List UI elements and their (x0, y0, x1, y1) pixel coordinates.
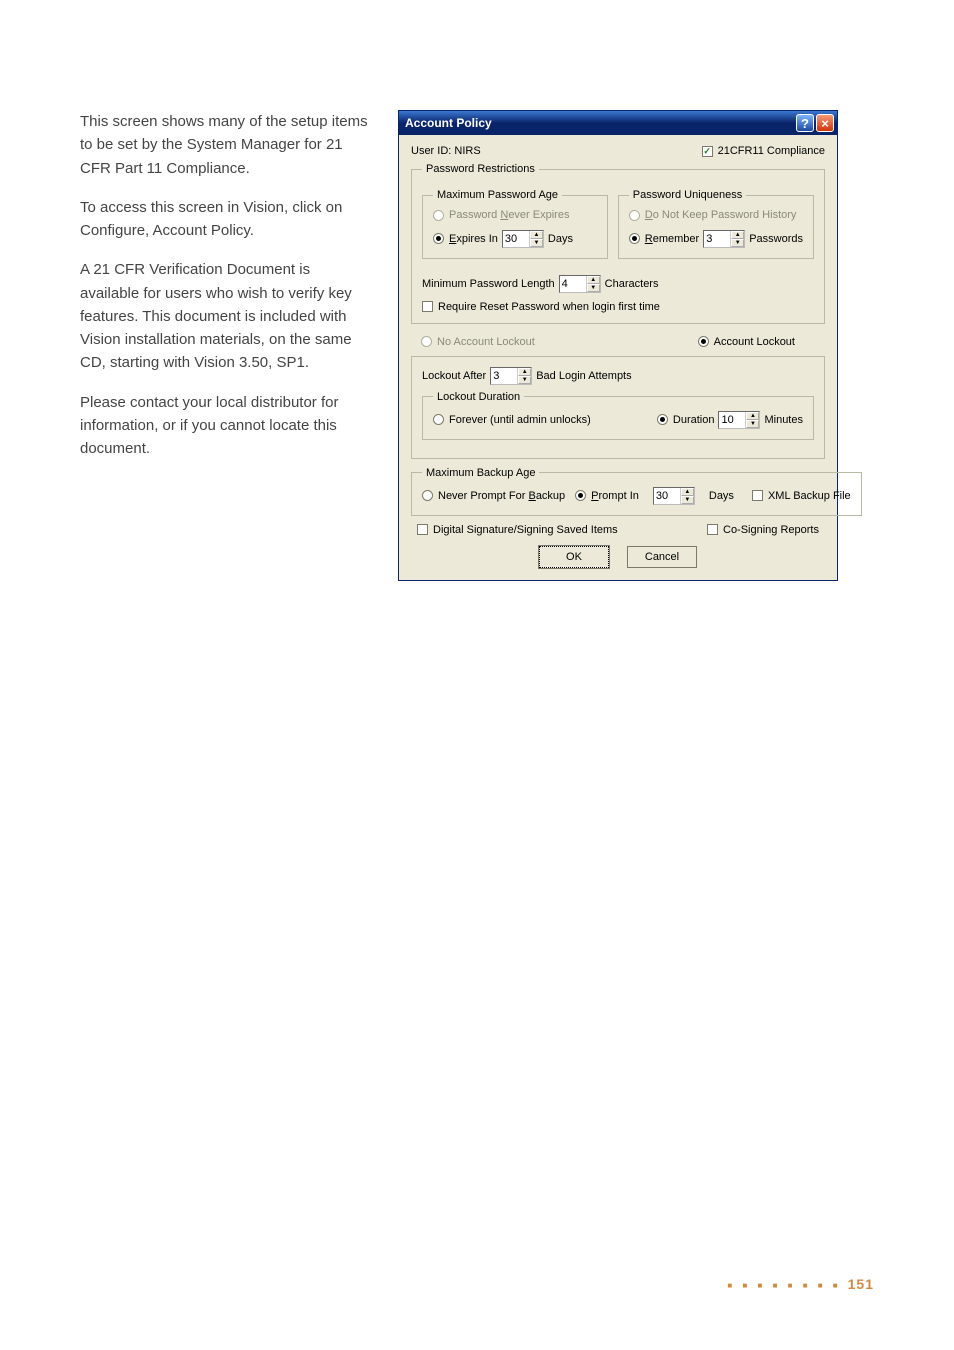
prompt-in-label: Prompt In (591, 490, 639, 502)
require-reset-label: Require Reset Password when login first … (438, 301, 660, 313)
password-never-expires-label: Password Never Expires (449, 209, 569, 221)
expires-in-radio[interactable]: Expires In (433, 233, 498, 245)
para-3: A 21 CFR Verification Document is availa… (80, 258, 370, 374)
expires-in-label: Expires In (449, 233, 498, 245)
radio-icon (657, 414, 668, 425)
cfr11-compliance-checkbox[interactable]: 21CFR11 Compliance (702, 145, 825, 157)
remember-unit: Passwords (749, 233, 803, 245)
lockout-after-unit: Bad Login Attempts (536, 370, 631, 382)
no-history-radio[interactable]: Do Not Keep Password History (629, 209, 797, 221)
lockout-settings-panel: Lockout After ▲▼ Bad Login Attempts Lock… (411, 356, 825, 459)
account-lockout-radio[interactable]: Account Lockout (698, 336, 795, 348)
lockout-duration-unit: Minutes (764, 414, 803, 426)
radio-icon (433, 414, 444, 425)
lockout-duration-radio[interactable]: Duration (657, 414, 715, 426)
password-restrictions-group: Password Restrictions Maximum Password A… (411, 163, 825, 324)
min-password-length-value[interactable] (560, 276, 586, 292)
min-password-length-unit: Characters (605, 278, 659, 290)
cancel-button[interactable]: Cancel (627, 546, 697, 568)
prompt-in-spinner[interactable]: ▲▼ (653, 487, 695, 505)
lockout-duration-spinner[interactable]: ▲▼ (718, 411, 760, 429)
remember-value[interactable] (704, 231, 730, 247)
min-password-length-label: Minimum Password Length (422, 278, 555, 290)
account-policy-dialog: Account Policy ? × User ID: NIRS 21CFR11… (398, 110, 838, 581)
prompt-in-unit: Days (709, 490, 734, 502)
footer-dots-icon: ■ ■ ■ ■ ■ ■ ■ ■ (727, 1281, 841, 1290)
digital-signature-label: Digital Signature/Signing Saved Items (433, 524, 618, 536)
radio-icon (575, 490, 586, 501)
close-button[interactable]: × (816, 114, 834, 132)
radio-icon (433, 210, 444, 221)
body-text: This screen shows many of the setup item… (80, 110, 370, 476)
checkbox-icon (702, 146, 713, 157)
help-button[interactable]: ? (796, 114, 814, 132)
expires-in-unit: Days (548, 233, 573, 245)
lockout-after-label: Lockout After (422, 370, 486, 382)
remember-spinner[interactable]: ▲▼ (703, 230, 745, 248)
lockout-duration-group: Lockout Duration Forever (until admin un… (422, 391, 814, 440)
page-number: 151 (848, 1276, 874, 1292)
radio-icon (698, 336, 709, 347)
spinner-arrows-icon[interactable]: ▲▼ (745, 412, 759, 428)
checkbox-icon (422, 301, 433, 312)
xml-backup-checkbox[interactable]: XML Backup File (752, 490, 851, 502)
password-never-expires-radio[interactable]: Password Never Expires (433, 209, 569, 221)
password-uniqueness-group: Password Uniqueness Do Not Keep Password… (618, 189, 814, 259)
never-prompt-backup-label: Never Prompt For Backup (438, 490, 565, 502)
checkbox-icon (752, 490, 763, 501)
min-password-length-spinner[interactable]: ▲▼ (559, 275, 601, 293)
lockout-forever-radio[interactable]: Forever (until admin unlocks) (433, 414, 591, 426)
digital-signature-checkbox[interactable]: Digital Signature/Signing Saved Items (417, 524, 618, 536)
para-2: To access this screen in Vision, click o… (80, 196, 370, 243)
no-history-label: Do Not Keep Password History (645, 209, 797, 221)
require-reset-checkbox[interactable]: Require Reset Password when login first … (422, 301, 660, 313)
expires-in-spinner[interactable]: ▲▼ (502, 230, 544, 248)
dialog-title: Account Policy (405, 116, 794, 130)
account-policy-dialog-image: Account Policy ? × User ID: NIRS 21CFR11… (398, 110, 838, 581)
max-password-age-group: Maximum Password Age Password Never Expi… (422, 189, 608, 259)
spinner-arrows-icon[interactable]: ▲▼ (529, 231, 543, 247)
lockout-duration-legend: Lockout Duration (433, 391, 524, 403)
account-lockout-label: Account Lockout (714, 336, 795, 348)
remember-label: Remember (645, 233, 699, 245)
remember-radio[interactable]: Remember (629, 233, 699, 245)
no-account-lockout-label: No Account Lockout (437, 336, 535, 348)
no-account-lockout-radio[interactable]: No Account Lockout (421, 336, 535, 348)
lockout-after-spinner[interactable]: ▲▼ (490, 367, 532, 385)
spinner-arrows-icon[interactable]: ▲▼ (517, 368, 531, 384)
spinner-arrows-icon[interactable]: ▲▼ (586, 276, 600, 292)
dialog-titlebar: Account Policy ? × (399, 111, 837, 135)
xml-backup-label: XML Backup File (768, 490, 851, 502)
lockout-forever-label: Forever (until admin unlocks) (449, 414, 591, 426)
password-restrictions-legend: Password Restrictions (422, 163, 539, 175)
expires-in-value[interactable] (503, 231, 529, 247)
prompt-in-value[interactable] (654, 488, 680, 504)
max-backup-age-legend: Maximum Backup Age (422, 467, 539, 479)
para-1: This screen shows many of the setup item… (80, 110, 370, 180)
never-prompt-backup-radio[interactable]: Never Prompt For Backup (422, 490, 565, 502)
spinner-arrows-icon[interactable]: ▲▼ (730, 231, 744, 247)
para-4: Please contact your local distributor fo… (80, 391, 370, 461)
radio-icon (433, 233, 444, 244)
radio-icon (422, 490, 433, 501)
radio-icon (421, 336, 432, 347)
lockout-duration-label: Duration (673, 414, 715, 426)
page-footer: ■ ■ ■ ■ ■ ■ ■ ■ 151 (727, 1276, 874, 1292)
radio-icon (629, 233, 640, 244)
lockout-duration-value[interactable] (719, 412, 745, 428)
co-signing-label: Co-Signing Reports (723, 524, 819, 536)
max-password-age-legend: Maximum Password Age (433, 189, 562, 201)
checkbox-icon (707, 524, 718, 535)
lockout-after-value[interactable] (491, 368, 517, 384)
user-id-label: User ID: NIRS (411, 145, 481, 157)
prompt-in-radio[interactable]: Prompt In (575, 490, 639, 502)
cfr11-compliance-label: 21CFR11 Compliance (718, 145, 825, 157)
checkbox-icon (417, 524, 428, 535)
radio-icon (629, 210, 640, 221)
co-signing-checkbox[interactable]: Co-Signing Reports (707, 524, 819, 536)
ok-button[interactable]: OK (539, 546, 609, 568)
max-backup-age-group: Maximum Backup Age Never Prompt For Back… (411, 467, 862, 516)
password-uniqueness-legend: Password Uniqueness (629, 189, 746, 201)
spinner-arrows-icon[interactable]: ▲▼ (680, 488, 694, 504)
